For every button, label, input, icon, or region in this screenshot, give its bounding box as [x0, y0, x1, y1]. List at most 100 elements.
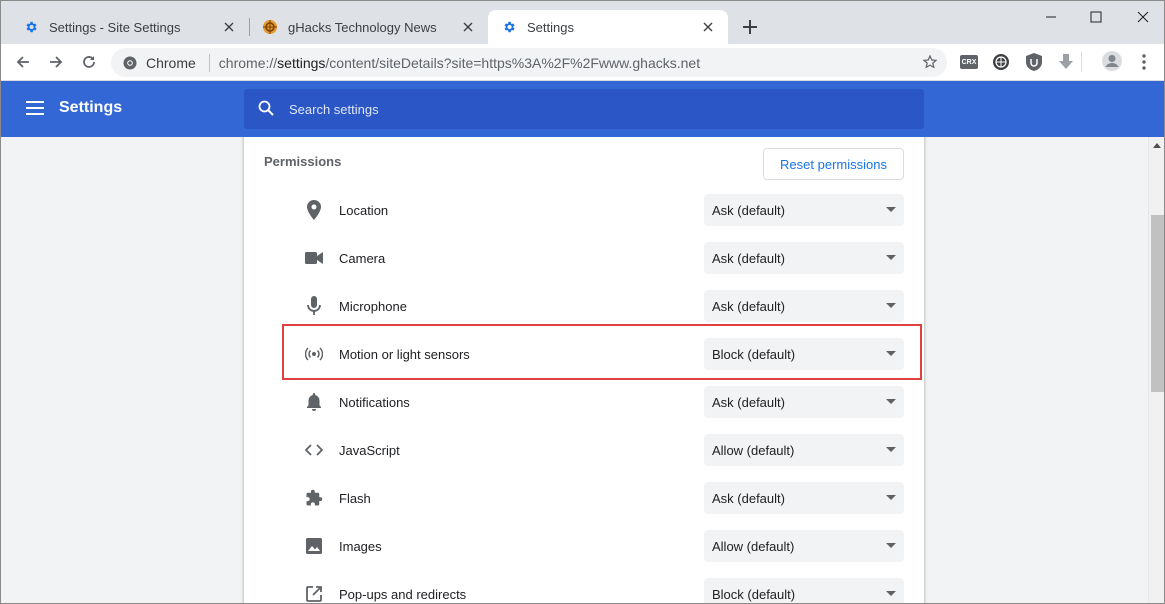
- camera-icon: [304, 248, 324, 268]
- permission-row-popups: Pop-ups and redirects Block (default): [244, 570, 924, 603]
- permission-label: Location: [339, 203, 389, 218]
- gear-icon: [501, 19, 517, 35]
- search-placeholder: Search settings: [289, 101, 379, 117]
- permission-select[interactable]: Block (default): [704, 578, 904, 603]
- omnibox-divider: [208, 53, 210, 72]
- forward-button[interactable]: [46, 52, 66, 72]
- permissions-heading: Permissions: [264, 154, 342, 169]
- select-value: Ask (default): [712, 202, 785, 218]
- tab-site-settings[interactable]: Settings - Site Settings: [1, 10, 249, 44]
- permission-select[interactable]: Ask (default): [704, 194, 904, 226]
- back-button[interactable]: [13, 52, 33, 72]
- chrome-logo-icon: [122, 55, 138, 71]
- permission-select[interactable]: Allow (default): [704, 434, 904, 466]
- sensors-icon: [304, 344, 324, 364]
- page-scrollbar[interactable]: [1148, 137, 1164, 603]
- search-icon: [258, 100, 276, 118]
- tab-title: Settings: [527, 19, 574, 35]
- bookmark-star-icon[interactable]: [922, 54, 938, 70]
- browser-window: Settings - Site Settings gHacks Technolo…: [0, 0, 1165, 604]
- tab-strip: Settings - Site Settings gHacks Technolo…: [1, 1, 1164, 44]
- url-path: /content/siteDetails?site=https%3A%2F%2F…: [325, 54, 701, 71]
- dropdown-arrow-icon: [886, 495, 896, 500]
- tab-ghacks[interactable]: gHacks Technology News: [250, 10, 488, 44]
- tab-settings[interactable]: Settings: [488, 10, 728, 44]
- permissions-card: Permissions Reset permissions Location A…: [244, 137, 924, 603]
- scheme-chip: Chrome: [146, 54, 196, 71]
- permission-label: Flash: [339, 491, 371, 506]
- select-value: Ask (default): [712, 490, 785, 506]
- select-value: Block (default): [712, 346, 796, 362]
- permission-label: Images: [339, 539, 382, 554]
- hamburger-menu-icon[interactable]: [26, 101, 44, 115]
- minimize-button[interactable]: [1041, 7, 1061, 27]
- permission-row-sensors: Motion or light sensors Block (default): [244, 330, 924, 378]
- permission-label: Pop-ups and redirects: [339, 587, 467, 602]
- permission-select[interactable]: Ask (default): [704, 290, 904, 322]
- permission-row-microphone: Microphone Ask (default): [244, 282, 924, 330]
- permission-label: Camera: [339, 251, 386, 266]
- close-window-button[interactable]: [1133, 7, 1153, 27]
- dropdown-arrow-icon: [886, 591, 896, 596]
- crx-icon[interactable]: CRX: [960, 53, 978, 71]
- permission-row-flash: Flash Ask (default): [244, 474, 924, 522]
- address-bar[interactable]: Chrome chrome://settings/content/siteDet…: [111, 48, 947, 77]
- location-pin-icon: [304, 200, 324, 220]
- select-value: Ask (default): [712, 250, 785, 266]
- dropdown-arrow-icon: [886, 207, 896, 212]
- permission-row-location: Location Ask (default): [244, 186, 924, 234]
- ublock-icon[interactable]: [1025, 53, 1043, 71]
- select-value: Ask (default): [712, 298, 785, 314]
- url-scheme: chrome://: [218, 54, 278, 71]
- permission-label: Motion or light sensors: [339, 347, 470, 362]
- close-tab-icon[interactable]: [700, 19, 716, 35]
- toolbar-divider: [1081, 52, 1082, 72]
- reset-permissions-button[interactable]: Reset permissions: [763, 148, 904, 180]
- bell-icon: [304, 392, 324, 412]
- settings-header: Settings Search settings: [1, 81, 1164, 137]
- permission-select[interactable]: Ask (default): [704, 242, 904, 274]
- permission-row-camera: Camera Ask (default): [244, 234, 924, 282]
- scrollbar-thumb[interactable]: [1151, 215, 1164, 392]
- scroll-up-arrow-icon[interactable]: [1153, 143, 1161, 148]
- globe-icon[interactable]: [992, 53, 1010, 71]
- image-icon: [304, 536, 324, 556]
- tab-title: Settings - Site Settings: [49, 19, 181, 35]
- puzzle-icon: [304, 488, 324, 508]
- permission-row-javascript: JavaScript Allow (default): [244, 426, 924, 474]
- dropdown-arrow-icon: [886, 351, 896, 356]
- close-tab-icon[interactable]: [460, 19, 476, 35]
- select-value: Allow (default): [712, 538, 795, 554]
- permission-label: Notifications: [339, 395, 410, 410]
- crx-label: CRX: [961, 58, 977, 66]
- tab-title: gHacks Technology News: [288, 19, 437, 35]
- reload-button[interactable]: [79, 52, 99, 72]
- profile-avatar-icon[interactable]: [1101, 50, 1123, 72]
- maximize-button[interactable]: [1086, 7, 1106, 27]
- permission-select[interactable]: Block (default): [704, 338, 904, 370]
- microphone-icon: [304, 296, 324, 316]
- permission-select[interactable]: Allow (default): [704, 530, 904, 562]
- permission-select[interactable]: Ask (default): [704, 386, 904, 418]
- new-tab-button[interactable]: [740, 17, 760, 37]
- permission-row-notifications: Notifications Ask (default): [244, 378, 924, 426]
- code-icon: [304, 440, 324, 460]
- permission-label: JavaScript: [339, 443, 400, 458]
- more-menu-icon[interactable]: [1135, 53, 1153, 71]
- download-arrow-icon[interactable]: [1057, 53, 1075, 71]
- select-value: Ask (default): [712, 394, 785, 410]
- open-in-new-icon: [304, 584, 324, 603]
- dropdown-arrow-icon: [886, 543, 896, 548]
- select-value: Allow (default): [712, 442, 795, 458]
- url-host: settings: [277, 54, 326, 71]
- settings-title: Settings: [59, 99, 123, 116]
- dropdown-arrow-icon: [886, 303, 896, 308]
- permission-select[interactable]: Ask (default): [704, 482, 904, 514]
- dropdown-arrow-icon: [886, 399, 896, 404]
- dropdown-arrow-icon: [886, 255, 896, 260]
- permission-row-images: Images Allow (default): [244, 522, 924, 570]
- close-tab-icon[interactable]: [221, 19, 237, 35]
- search-settings-input[interactable]: Search settings: [244, 89, 924, 129]
- permission-label: Microphone: [339, 299, 407, 314]
- browser-toolbar: Chrome chrome://settings/content/siteDet…: [1, 44, 1164, 81]
